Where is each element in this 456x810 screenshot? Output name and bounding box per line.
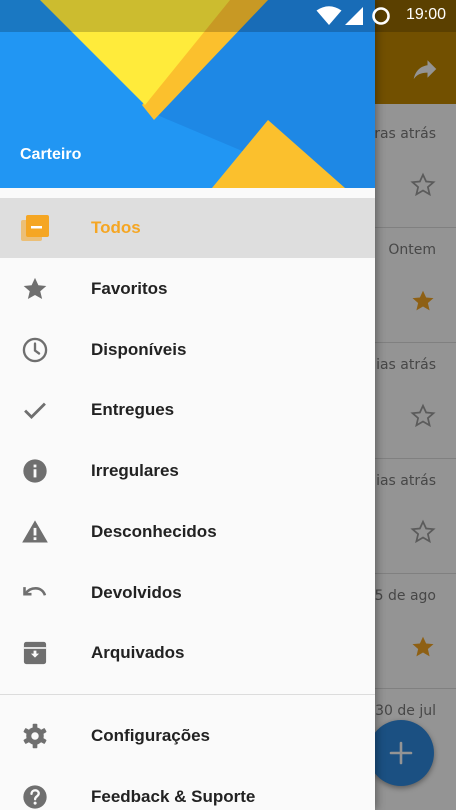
nav-item-disponiveis[interactable]: Disponíveis bbox=[0, 320, 375, 380]
star-icon bbox=[23, 277, 47, 300]
nav-item-devolvidos[interactable]: Devolvidos bbox=[0, 563, 375, 623]
nav-item-desconhecidos[interactable]: Desconhecidos bbox=[0, 502, 375, 562]
app-title: Carteiro bbox=[20, 146, 82, 163]
nav-label: Desconhecidos bbox=[91, 522, 217, 541]
status-bar: 19:00 bbox=[0, 0, 456, 32]
navigation-drawer: Carteiro Todos Favoritos Disponíveis Ent… bbox=[0, 0, 375, 810]
nav-label: Todos bbox=[91, 218, 141, 237]
nav-label: Feedback & Suporte bbox=[91, 787, 256, 806]
nav-label: Configurações bbox=[91, 726, 211, 745]
nav-label: Irregulares bbox=[91, 461, 179, 480]
info-icon bbox=[23, 459, 47, 483]
nav-item-favoritos[interactable]: Favoritos bbox=[0, 259, 375, 319]
nav-item-todos[interactable]: Todos bbox=[0, 198, 375, 258]
drawer-divider bbox=[0, 694, 375, 695]
wifi-icon bbox=[316, 6, 342, 25]
nav-label: Arquivados bbox=[91, 643, 185, 662]
nav-item-arquivados[interactable]: Arquivados bbox=[0, 623, 375, 683]
nav-label: Disponíveis bbox=[91, 340, 187, 359]
signal-icon bbox=[345, 7, 363, 25]
nav-item-entregues[interactable]: Entregues bbox=[0, 380, 375, 440]
all-packages-icon bbox=[21, 215, 49, 241]
sync-icon bbox=[372, 7, 390, 25]
clock-icon bbox=[22, 337, 48, 363]
archive-icon bbox=[23, 641, 47, 665]
nav-label: Devolvidos bbox=[91, 583, 182, 602]
gear-icon bbox=[23, 723, 47, 749]
undo-icon bbox=[23, 587, 47, 596]
nav-item-configuracoes[interactable]: Configurações bbox=[0, 706, 375, 766]
nav-label: Entregues bbox=[91, 400, 175, 419]
help-icon bbox=[23, 785, 47, 809]
warning-icon bbox=[22, 520, 48, 543]
nav-item-feedback-suporte[interactable]: Feedback & Suporte bbox=[0, 767, 375, 810]
nav-item-irregulares[interactable]: Irregulares bbox=[0, 441, 375, 501]
check-icon bbox=[24, 402, 46, 419]
nav-label: Favoritos bbox=[91, 279, 168, 298]
status-time: 19:00 bbox=[405, 6, 446, 23]
